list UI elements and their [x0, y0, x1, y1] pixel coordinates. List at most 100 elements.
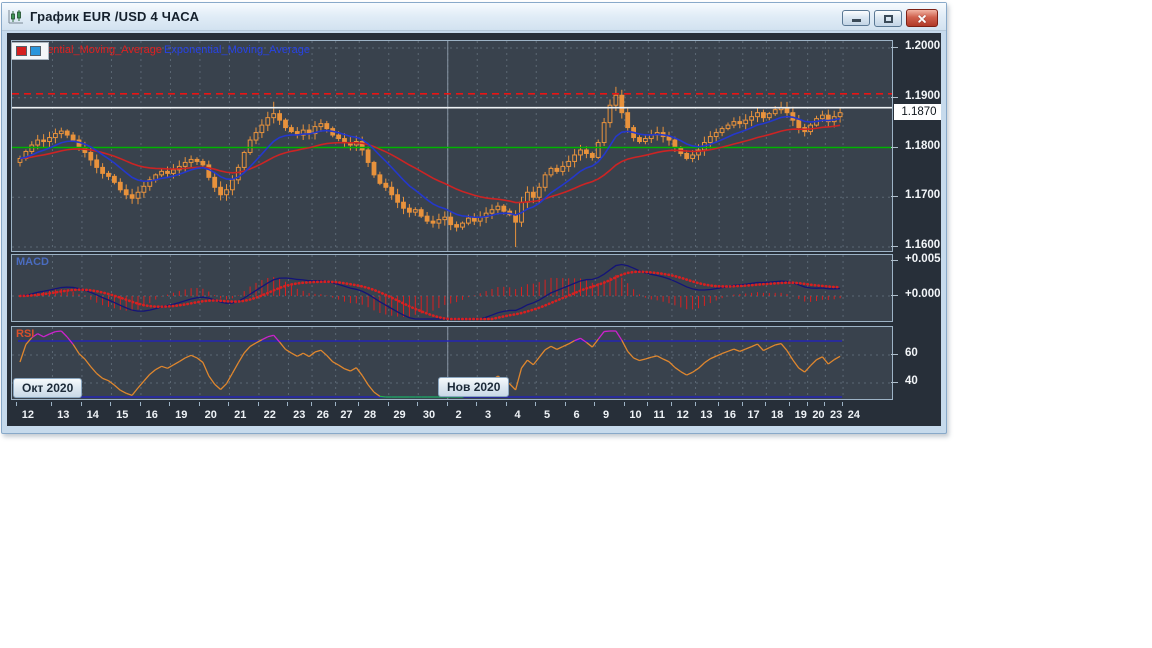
time-axis-tick — [842, 402, 844, 406]
current-price-box: 1.1870 — [894, 103, 941, 120]
time-axis-label: 19 — [175, 409, 188, 421]
time-axis-tick — [417, 402, 419, 406]
price-axis-tick — [891, 146, 898, 148]
time-axis-tick — [535, 402, 537, 406]
time-axis-tick — [670, 402, 672, 406]
close-button[interactable] — [906, 9, 938, 27]
time-axis-label: 16 — [723, 409, 737, 421]
macd-axis-label: +0.000 — [905, 288, 941, 300]
time-axis-label: 9 — [602, 409, 610, 421]
time-axis-label: 20 — [204, 409, 217, 421]
time-axis-tick — [806, 402, 808, 406]
time-axis-label: 28 — [363, 409, 377, 421]
time-axis-label: 29 — [393, 409, 406, 421]
time-axis-tick — [718, 402, 720, 406]
price-axis-label: 1.1600 — [905, 239, 941, 251]
time-axis-tick — [287, 402, 289, 406]
time-axis-label: 23 — [293, 409, 306, 421]
time-axis-label: 15 — [116, 409, 129, 421]
time-axis-label: 10 — [629, 409, 642, 421]
window-controls — [842, 9, 938, 27]
price-axis-tick — [891, 246, 898, 247]
maximize-button[interactable] — [874, 9, 902, 27]
price-axis-label: 1.1700 — [905, 189, 941, 202]
time-axis-label: 12 — [21, 409, 34, 421]
macd-label: MACD — [16, 256, 49, 268]
time-axis-label: 14 — [86, 409, 99, 421]
blue-color-swatch-icon[interactable] — [30, 46, 41, 56]
time-axis-label: 12 — [676, 409, 689, 421]
time-axis-label: 21 — [234, 409, 247, 421]
oct-2020-button[interactable]: Окт 2020 — [13, 378, 83, 398]
time-axis-label: 5 — [543, 409, 551, 421]
price-axis-label: 1.2000 — [905, 40, 941, 52]
indicator-color-swatches[interactable] — [11, 42, 49, 60]
time-axis-label: 17 — [747, 409, 760, 421]
time-axis-label: 26 — [316, 409, 329, 421]
time-axis-tick — [824, 402, 826, 406]
time-axis-tick — [446, 402, 448, 406]
time-axis-tick — [387, 402, 389, 406]
time-axis-tick — [694, 402, 696, 406]
time-axis-tick — [476, 402, 478, 406]
time-axis-tick — [564, 402, 566, 406]
time-axis-tick — [110, 402, 112, 406]
price-axis-tick — [891, 96, 898, 98]
rsi-axis-label: 60 — [905, 347, 918, 359]
ema-blue-legend-label: Exponential_Moving_Average — [164, 44, 310, 56]
time-axis-tick — [198, 402, 200, 406]
time-axis-tick — [358, 402, 360, 406]
price-axis-tick — [891, 196, 898, 198]
time-axis-label: 30 — [422, 409, 436, 421]
time-axis-tick — [623, 402, 625, 406]
title-bar[interactable]: График EUR /USD 4 ЧАСА — [2, 3, 946, 31]
time-axis-label: 22 — [263, 409, 276, 421]
time-axis-tick — [16, 402, 18, 406]
rsi-axis-label: 40 — [905, 375, 918, 387]
maximize-icon — [884, 14, 893, 23]
price-axis-label: 1.1900 — [905, 89, 941, 102]
price-chart-panel[interactable] — [11, 40, 893, 252]
time-axis-label: 11 — [653, 409, 665, 421]
time-axis-tick — [311, 402, 313, 406]
nov-2020-button[interactable]: Нов 2020 — [438, 377, 510, 397]
macd-axis-tick — [891, 260, 898, 261]
time-axis-label: 6 — [573, 409, 580, 421]
time-axis-tick — [257, 402, 259, 406]
chart-client-area: Exponential_Moving_Average Exponential_M… — [7, 33, 941, 426]
time-axis-label: 27 — [340, 409, 353, 421]
macd-axis-label: +0.005 — [905, 253, 941, 265]
price-axis-label: 1.1800 — [905, 139, 941, 152]
time-axis-tick — [594, 402, 596, 406]
macd-axis-tick — [891, 295, 898, 296]
time-axis-tick — [741, 402, 743, 406]
chart-window: График EUR /USD 4 ЧАСА Exponential_Movin… — [1, 2, 947, 434]
time-axis-tick — [139, 402, 141, 406]
candlestick-chart-icon — [7, 9, 25, 25]
rsi-axis-tick — [891, 382, 898, 383]
time-axis-tick — [80, 402, 82, 406]
red-color-swatch-icon[interactable] — [16, 46, 27, 56]
rsi-label: RSI — [16, 328, 35, 340]
time-axis-label: 3 — [484, 409, 492, 421]
time-axis-tick — [334, 402, 336, 406]
time-axis-label: 24 — [847, 409, 860, 421]
time-axis-tick — [228, 402, 230, 406]
time-axis-tick — [765, 402, 767, 406]
time-axis-label: 4 — [514, 409, 521, 421]
time-axis-label: 18 — [771, 409, 784, 421]
rsi-axis-tick — [891, 354, 898, 355]
minimize-button[interactable] — [842, 10, 870, 26]
time-axis: 12 13 14 15 16 19 20 21 22 23 26 27 28 29 30 2 3 4 5 6 9 10 11… — [11, 402, 893, 426]
macd-panel[interactable]: MACD — [11, 254, 893, 322]
time-axis-tick — [51, 402, 53, 406]
price-axis-tick — [891, 47, 898, 48]
time-axis-tick — [788, 402, 790, 406]
time-axis-label: 2 — [455, 409, 462, 421]
time-axis-label: 13 — [700, 409, 713, 421]
time-axis-label: 16 — [145, 409, 158, 421]
time-axis-tick — [169, 402, 171, 406]
window-title: График EUR /USD 4 ЧАСА — [30, 9, 200, 24]
time-axis-tick — [505, 402, 507, 406]
time-axis-label: 13 — [57, 409, 70, 421]
